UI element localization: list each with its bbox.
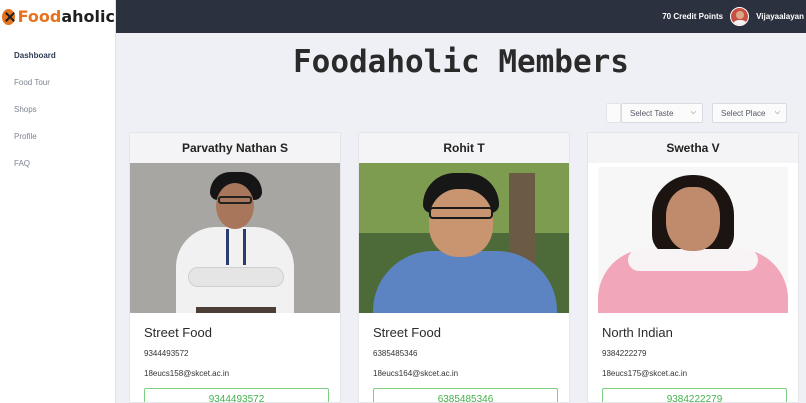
page-title: Foodaholic Members <box>293 44 629 80</box>
member-email: 18eucs175@skcet.ac.in <box>602 369 688 378</box>
select-taste-dropdown[interactable]: Select Taste ⌵ <box>621 103 703 123</box>
member-phone: 9344493572 <box>144 349 189 358</box>
call-button[interactable]: 9384222279 <box>602 388 787 402</box>
member-photo <box>359 163 569 313</box>
member-card: Swetha V North Indian 9384222279 18eucs1… <box>587 132 799 403</box>
member-photo <box>588 163 798 313</box>
credit-points: 70 Credit Points <box>662 12 724 21</box>
member-category: Street Food <box>373 325 441 340</box>
sidebar-item-food-tour[interactable]: Food Tour <box>0 69 115 96</box>
sidebar-item-dashboard[interactable]: Dashboard <box>0 42 115 69</box>
chevron-down-icon: ⌵ <box>774 109 780 116</box>
sidebar-item-faq[interactable]: FAQ <box>0 150 115 177</box>
sidebar-item-shops[interactable]: Shops <box>0 96 115 123</box>
username[interactable]: Vijayaalayan <box>756 12 804 21</box>
avatar[interactable] <box>730 7 750 26</box>
call-button[interactable]: 9344493572 <box>144 388 329 402</box>
sidebar: Foodaholic Dashboard Food Tour Shops Pro… <box>0 0 116 403</box>
member-category: Street Food <box>144 325 212 340</box>
member-email: 18eucs164@skcet.ac.in <box>373 369 459 378</box>
select-place-dropdown[interactable]: Select Place ⌵ <box>712 103 787 123</box>
member-phone: 9384222279 <box>602 349 647 358</box>
member-phone: 6385485346 <box>373 349 418 358</box>
member-category: North Indian <box>602 325 673 340</box>
top-bar: 70 Credit Points Vijayaalayan <box>116 0 806 33</box>
app-logo[interactable]: Foodaholic <box>0 0 115 33</box>
sidebar-item-profile[interactable]: Profile <box>0 123 115 150</box>
member-card: Parvathy Nathan S Street Food 9344493572… <box>129 132 341 403</box>
fork-knife-icon <box>2 8 15 25</box>
select-place-label: Select Place <box>721 108 766 118</box>
sidebar-nav: Dashboard Food Tour Shops Profile FAQ <box>0 42 115 177</box>
member-card: Rohit T Street Food 6385485346 18eucs164… <box>358 132 570 403</box>
member-photo <box>130 163 340 313</box>
filter-stub <box>606 103 621 123</box>
filter-bar: Select Taste ⌵ Select Place ⌵ <box>606 103 787 123</box>
member-name: Parvathy Nathan S <box>130 133 340 163</box>
logo-text: Foodaholic <box>17 7 115 26</box>
select-taste-label: Select Taste <box>630 108 674 118</box>
call-button[interactable]: 6385485346 <box>373 388 558 402</box>
member-email: 18eucs158@skcet.ac.in <box>144 369 230 378</box>
member-name: Swetha V <box>588 133 798 163</box>
chevron-down-icon: ⌵ <box>690 109 696 116</box>
member-name: Rohit T <box>359 133 569 163</box>
